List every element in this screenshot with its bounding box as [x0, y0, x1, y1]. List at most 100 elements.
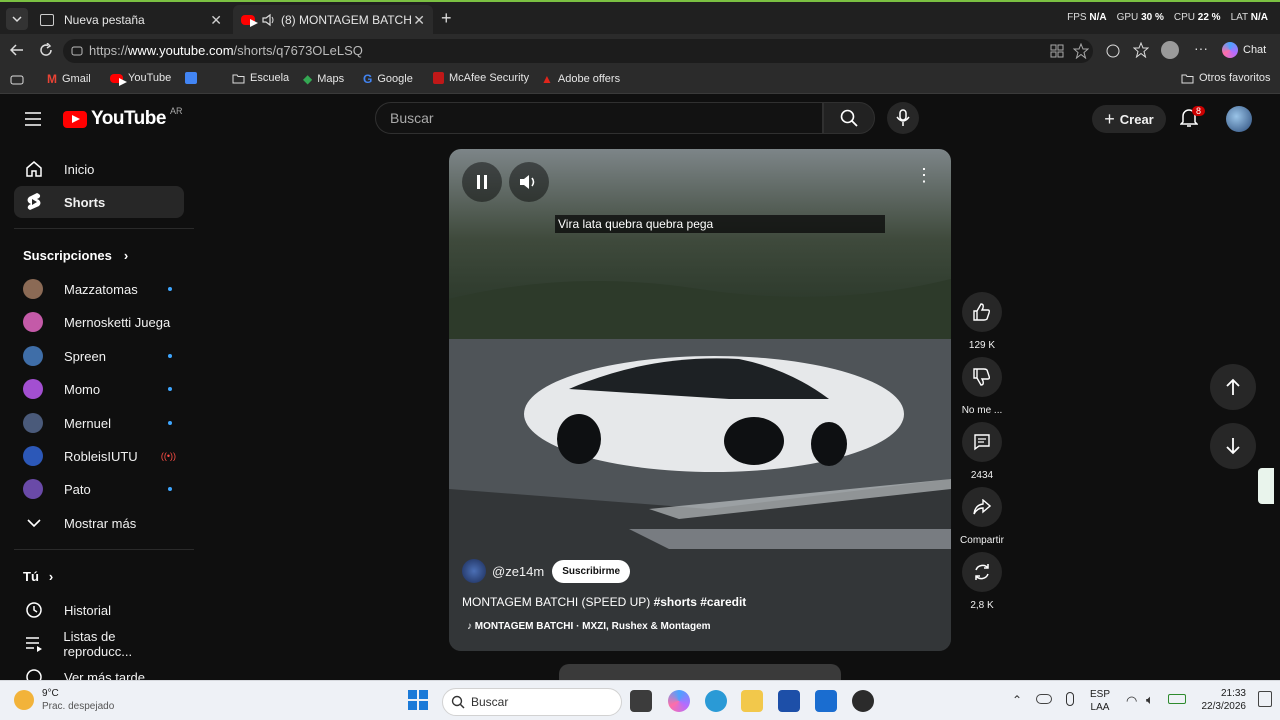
- subscription-spreen[interactable]: Spreen: [14, 340, 184, 372]
- youtube-logo[interactable]: YouTube AR: [63, 106, 182, 130]
- url-input[interactable]: https://www.youtube.com/shorts/q7673OLeL…: [63, 39, 1093, 63]
- speaker-icon[interactable]: [261, 13, 275, 27]
- comments-button[interactable]: 2434: [960, 422, 1004, 481]
- microphone-icon[interactable]: [1066, 692, 1074, 706]
- subscription-mernuel[interactable]: Mernuel: [14, 407, 184, 439]
- store-icon[interactable]: [778, 690, 800, 712]
- close-icon[interactable]: ✕: [413, 12, 425, 29]
- subscription-mazzatomas[interactable]: Mazzatomas: [14, 273, 184, 305]
- menu-icon[interactable]: [25, 112, 41, 126]
- chevron-down-icon: [27, 519, 41, 528]
- subscriptions-heading[interactable]: Suscripciones ›: [23, 248, 128, 263]
- sidebar-item-historial[interactable]: Historial: [14, 594, 184, 626]
- previous-short-button[interactable]: [1210, 364, 1256, 410]
- file-explorer-icon[interactable]: [741, 690, 763, 712]
- windows-start-icon[interactable]: [408, 690, 428, 710]
- side-extension-panel[interactable]: [1258, 468, 1274, 504]
- subscribe-button[interactable]: Suscribirme: [552, 559, 631, 583]
- bookmark-mcafee[interactable]: McAfee Security: [433, 72, 529, 84]
- bookmark-google[interactable]: G Google: [363, 72, 413, 86]
- tab-youtube[interactable]: (8) MONTAGEM BATCHI (SPEE ✕: [233, 5, 433, 35]
- clock[interactable]: 21:33 22/3/2026: [1196, 687, 1247, 713]
- site-info-icon[interactable]: [71, 45, 83, 57]
- short-video-player[interactable]: ⋮ Vira lata quebra quebra pega @ze14m Su…: [449, 149, 951, 651]
- notifications-count-badge: 8: [1192, 106, 1206, 116]
- show-more-button[interactable]: Mostrar más: [14, 507, 184, 539]
- avatar: [23, 413, 43, 433]
- copilot-chat-button[interactable]: Chat: [1222, 42, 1266, 58]
- bookmark-unnamed[interactable]: [185, 72, 197, 84]
- apps-icon[interactable]: [1050, 44, 1064, 58]
- notification-center-icon[interactable]: [1258, 691, 1272, 707]
- back-icon[interactable]: [10, 43, 24, 57]
- speaker-icon[interactable]: 🔈︎: [1146, 692, 1154, 708]
- reading-icon[interactable]: [10, 74, 24, 86]
- maps-icon: ◆: [303, 72, 313, 86]
- dislike-button[interactable]: No me ...: [960, 357, 1004, 416]
- tab-new-tab[interactable]: Nueva pestaña ✕: [32, 5, 230, 35]
- next-short-button[interactable]: [1210, 423, 1256, 469]
- search-input[interactable]: Buscar: [375, 102, 823, 134]
- sidebar-item-inicio[interactable]: Inicio: [14, 153, 184, 185]
- browser-app-icon[interactable]: [852, 690, 874, 712]
- edge-icon[interactable]: [705, 690, 727, 712]
- new-tab-button[interactable]: +: [441, 8, 452, 29]
- outlook-icon[interactable]: [815, 690, 837, 712]
- bookmark-adobe[interactable]: ▲ Adobe offers: [541, 72, 620, 86]
- subscription-momo[interactable]: Momo: [14, 373, 184, 405]
- volume-button[interactable]: [509, 162, 549, 202]
- close-icon[interactable]: ✕: [210, 12, 222, 29]
- channel-handle[interactable]: @ze14m: [492, 564, 544, 579]
- star-icon[interactable]: [1073, 43, 1089, 59]
- favorites-icon[interactable]: [1133, 42, 1149, 58]
- tab-bar: Nueva pestaña ✕ (8) MONTAGEM BATCHI (SPE…: [0, 0, 1280, 35]
- taskbar-search-input[interactable]: Buscar: [442, 688, 622, 716]
- arrow-down-icon: [1226, 438, 1240, 455]
- bookmark-escuela[interactable]: Escuela: [232, 72, 289, 84]
- subscription-mernosketti[interactable]: Mernosketti Juega: [14, 306, 184, 338]
- avatar: [23, 479, 43, 499]
- like-button[interactable]: 129 K: [960, 292, 1004, 351]
- tab-actions-button[interactable]: [6, 8, 28, 30]
- chevron-up-icon[interactable]: ⌃: [1012, 693, 1022, 707]
- task-view-icon[interactable]: [630, 690, 652, 712]
- bookmark-maps[interactable]: ◆ Maps: [303, 72, 344, 86]
- weather-icon: [14, 690, 34, 710]
- bookmark-gmail[interactable]: M Gmail: [47, 72, 91, 86]
- subscription-robleisiutu[interactable]: RobleisIUTU ((•)): [14, 440, 184, 472]
- you-heading[interactable]: Tú ›: [23, 569, 53, 584]
- subscription-pato[interactable]: Pato: [14, 473, 184, 505]
- copilot-icon[interactable]: [668, 690, 690, 712]
- create-button[interactable]: + Crear: [1092, 105, 1166, 133]
- more-options-icon[interactable]: ⋮: [915, 166, 933, 184]
- battery-icon[interactable]: [1168, 694, 1186, 704]
- weather-widget[interactable]: 9°C Prac. despejado: [14, 687, 114, 713]
- tab-title: Nueva pestaña: [64, 13, 145, 27]
- remix-button[interactable]: 2,8 K: [960, 552, 1004, 611]
- reload-icon[interactable]: [39, 43, 53, 57]
- share-button[interactable]: Compartir: [960, 487, 1004, 546]
- music-attribution[interactable]: ♪ MONTAGEM BATCHI · MXZI, Rushex & Monta…: [467, 621, 711, 632]
- wifi-icon[interactable]: ◠: [1126, 693, 1137, 709]
- cloud-icon[interactable]: [1036, 694, 1052, 704]
- channel-avatar[interactable]: [462, 559, 486, 583]
- search-button[interactable]: [823, 102, 875, 134]
- hashtags-link[interactable]: #shorts #caredit: [654, 595, 747, 609]
- extensions-icon[interactable]: [1105, 43, 1121, 59]
- other-favorites[interactable]: Otros favoritos: [1181, 72, 1271, 84]
- more-icon[interactable]: ···: [1194, 40, 1208, 56]
- new-content-dot: [168, 287, 172, 291]
- pause-button[interactable]: [462, 162, 502, 202]
- voice-search-button[interactable]: [887, 102, 919, 134]
- sidebar-item-playlists[interactable]: Listas de reproducc...: [14, 628, 184, 660]
- search-icon: [451, 695, 465, 709]
- profile-icon[interactable]: [1161, 41, 1179, 59]
- language-indicator[interactable]: ESP LAA: [1090, 688, 1110, 714]
- youtube-icon: [241, 15, 258, 27]
- bookmark-youtube[interactable]: YouTube: [110, 72, 171, 86]
- account-avatar[interactable]: [1226, 106, 1252, 132]
- sidebar-item-watch-later[interactable]: Ver más tarde: [14, 661, 184, 680]
- search-icon: [840, 109, 858, 127]
- tab-title: (8) MONTAGEM BATCHI (SPEE: [281, 13, 411, 27]
- sidebar-item-shorts[interactable]: Shorts: [14, 186, 184, 218]
